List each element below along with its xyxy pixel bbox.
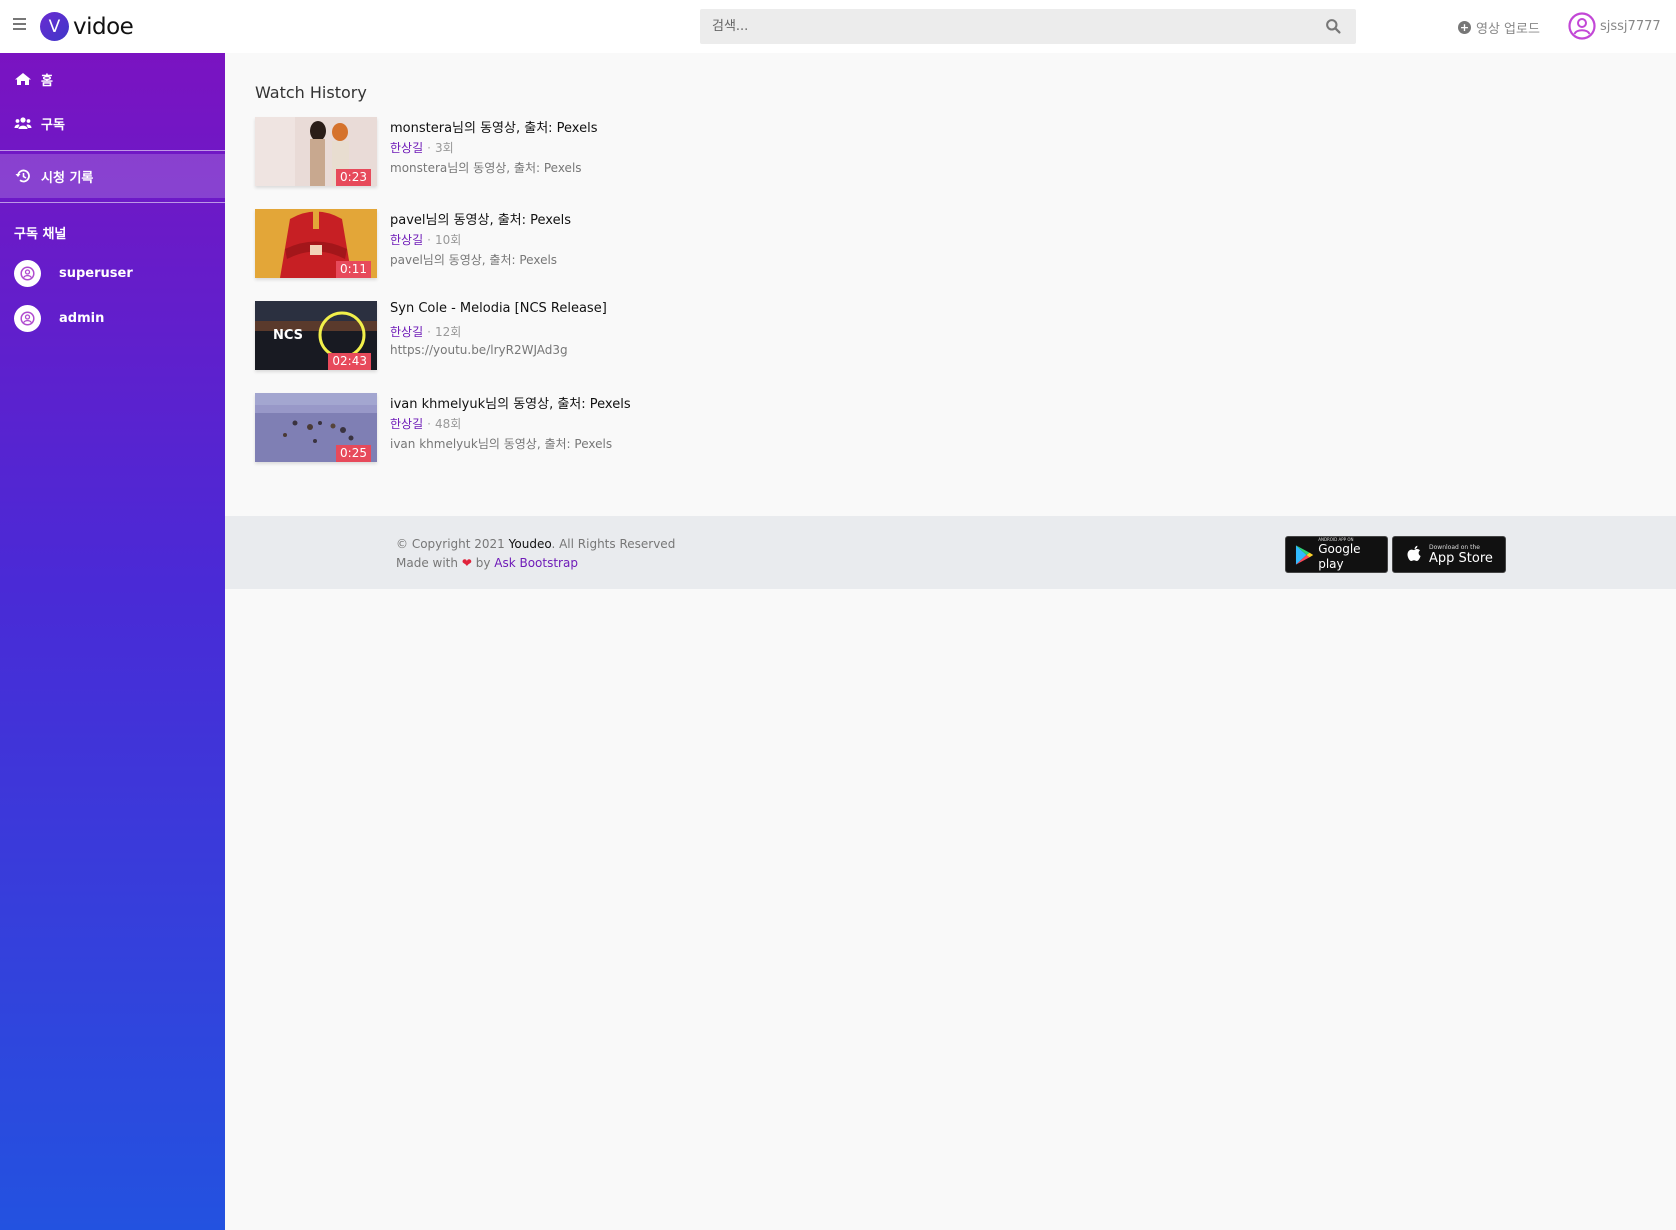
video-duration: 02:43 <box>328 353 371 370</box>
video-meta: 한상길 · 12회 <box>390 325 462 339</box>
search-bar <box>700 9 1356 44</box>
logo-badge: V <box>40 12 69 41</box>
channel-item-admin[interactable]: admin <box>14 304 214 332</box>
subscribed-channels-title: 구독 채널 <box>14 227 67 242</box>
video-thumbnail[interactable]: 0:11 <box>255 209 377 278</box>
copyright-suffix: . All Rights Reserved <box>551 537 676 551</box>
footer: © Copyright 2021 Youdeo. All Rights Rese… <box>225 516 1676 589</box>
app-store-button[interactable]: Download on the App Store <box>1392 536 1506 573</box>
by-text: by <box>475 556 491 570</box>
credit-text: Made with ❤ by Ask Bootstrap <box>396 556 578 570</box>
user-circle-icon <box>14 259 41 287</box>
video-item: NCS 02:43 Syn Cole - Melodia [NCS Releas… <box>255 301 955 371</box>
copyright-prefix: © Copyright 2021 <box>396 537 505 551</box>
video-title[interactable]: Syn Cole - Melodia [NCS Release] <box>390 301 607 316</box>
ncs-logo-text: NCS <box>273 328 303 343</box>
video-title[interactable]: pavel님의 동영상, 출처: Pexels <box>390 209 571 228</box>
upload-button[interactable]: + 영상 업로드 <box>1458 18 1540 37</box>
channel-link[interactable]: 한상길 <box>390 417 423 431</box>
sidebar-item-label: 시청 기록 <box>41 170 94 186</box>
video-thumbnail[interactable]: NCS 02:43 <box>255 301 377 370</box>
channel-item-superuser[interactable]: superuser <box>14 259 214 287</box>
google-play-button[interactable]: ANDROID APP ON Google play <box>1285 536 1388 573</box>
channel-label: admin <box>59 310 105 326</box>
users-icon <box>14 117 32 129</box>
username: sjssj7777 <box>1600 18 1661 34</box>
video-description: monstera님의 동영상, 출처: Pexels <box>390 161 582 175</box>
google-play-label: Google play <box>1318 542 1361 571</box>
sidebar-divider <box>0 202 225 203</box>
video-duration: 0:25 <box>336 445 371 462</box>
user-menu[interactable]: sjssj7777 <box>1568 12 1661 40</box>
credit-link[interactable]: Ask Bootstrap <box>494 556 578 570</box>
view-count: 12회 <box>434 325 462 339</box>
view-count: 10회 <box>434 233 462 247</box>
made-with-text: Made with <box>396 556 458 570</box>
video-meta: 한상길 · 3회 <box>390 141 454 155</box>
sidebar: 홈 구독 시청 기록 구독 채널 superuser admin <box>0 53 225 1230</box>
menu-toggle-icon[interactable] <box>13 18 26 30</box>
video-duration: 0:11 <box>336 261 371 278</box>
top-navbar: V vidoe + 영상 업로드 sjssj7777 <box>0 0 1676 53</box>
channel-link[interactable]: 한상길 <box>390 325 423 339</box>
history-icon <box>15 169 30 183</box>
google-play-icon <box>1295 544 1314 565</box>
app-store-small: Download on the <box>1429 543 1480 551</box>
user-avatar-icon <box>1568 12 1596 40</box>
app-store-label: App Store <box>1429 550 1493 566</box>
video-description: pavel님의 동영상, 출처: Pexels <box>390 253 558 267</box>
copyright-text: © Copyright 2021 Youdeo. All Rights Rese… <box>396 537 675 551</box>
video-meta: 한상길 · 10회 <box>390 233 462 247</box>
footer-brand: Youdeo <box>508 537 552 551</box>
view-count: 48회 <box>434 417 462 431</box>
video-item: 0:11 pavel님의 동영상, 출처: Pexels 한상길 · 10회 pav… <box>255 209 955 279</box>
video-item: 0:23 monstera님의 동영상, 출처: Pexels 한상길 · 3회 m… <box>255 117 955 187</box>
search-input[interactable] <box>700 9 1312 44</box>
video-duration: 0:23 <box>336 169 371 186</box>
channel-label: superuser <box>59 265 133 281</box>
user-circle-icon <box>14 304 41 332</box>
video-item: 0:25 ivan khmelyuk님의 동영상, 출처: Pexels 한상길… <box>255 393 955 463</box>
heart-icon: ❤ <box>461 556 472 570</box>
logo-text: vidoe <box>73 13 134 40</box>
sidebar-item-history[interactable]: 시청 기록 <box>0 154 225 198</box>
view-count: 3회 <box>434 141 454 155</box>
video-meta: 한상길 · 48회 <box>390 417 462 431</box>
home-icon <box>15 73 31 85</box>
sidebar-item-label: 구독 <box>41 117 65 133</box>
video-title[interactable]: ivan khmelyuk님의 동영상, 출처: Pexels <box>390 393 631 412</box>
logo[interactable]: V vidoe <box>40 11 134 42</box>
upload-label: 영상 업로드 <box>1476 22 1540 37</box>
channel-link[interactable]: 한상길 <box>390 141 423 155</box>
page-title: Watch History <box>255 83 367 102</box>
sidebar-item-label: 홈 <box>41 73 53 89</box>
search-icon[interactable] <box>1325 18 1342 35</box>
video-description: ivan khmelyuk님의 동영상, 출처: Pexels <box>390 437 613 451</box>
sidebar-item-subscriptions[interactable]: 구독 <box>0 101 225 145</box>
video-thumbnail[interactable]: 0:25 <box>255 393 377 462</box>
plus-circle-icon: + <box>1458 21 1471 34</box>
apple-icon <box>1407 545 1421 561</box>
sidebar-divider <box>0 150 225 151</box>
video-description: https://youtu.be/lryR2WJAd3g <box>390 343 568 357</box>
sidebar-item-home[interactable]: 홈 <box>0 57 225 101</box>
video-title[interactable]: monstera님의 동영상, 출처: Pexels <box>390 117 598 136</box>
video-thumbnail[interactable]: 0:23 <box>255 117 377 186</box>
channel-link[interactable]: 한상길 <box>390 233 423 247</box>
